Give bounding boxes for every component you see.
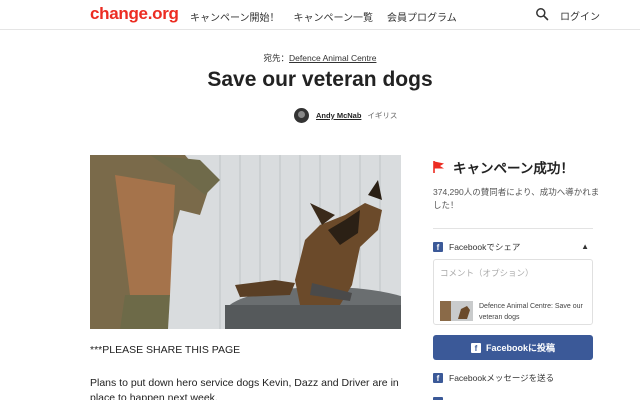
facebook-share-label: Facebookでシェア bbox=[449, 242, 521, 252]
change-org-logo[interactable]: change.org bbox=[90, 4, 179, 24]
nav-browse-campaigns[interactable]: キャンペーン一覧 bbox=[294, 9, 374, 24]
author-location: イギリス bbox=[367, 110, 398, 120]
signers-count-text: 374,290人の賛同者により、成功へ導かれました！ bbox=[433, 187, 600, 210]
target-link[interactable]: Defence Animal Centre bbox=[289, 53, 376, 63]
flag-icon bbox=[433, 161, 444, 173]
comment-input[interactable]: コメント（オプション） Defence Animal Centre: Save … bbox=[433, 259, 593, 325]
share-preview-thumbnail bbox=[440, 301, 473, 321]
login-link[interactable]: ログイン bbox=[560, 8, 600, 23]
nav-start-campaign[interactable]: キャンペーン開始！ bbox=[190, 9, 280, 24]
victory-heading: キャンペーン成功！ bbox=[453, 161, 574, 176]
chevron-up-icon[interactable]: ▲ bbox=[581, 242, 589, 251]
facebook-icon: f bbox=[433, 373, 443, 383]
divider bbox=[433, 228, 593, 229]
main-nav: キャンペーン開始！ キャンペーン一覧 会員プログラム bbox=[190, 9, 457, 24]
facebook-icon: f bbox=[433, 242, 443, 252]
target-prefix: 宛先： bbox=[263, 53, 290, 63]
avatar[interactable] bbox=[294, 107, 309, 123]
petition-target: 宛先：Defence Animal Centre bbox=[0, 52, 640, 64]
author-line: Andy McNab イギリス bbox=[294, 107, 397, 123]
facebook-post-button[interactable]: f Facebookに投稿 bbox=[433, 335, 593, 360]
body-paragraph-1: ***PLEASE SHARE THIS PAGE bbox=[90, 344, 241, 356]
petition-title: Save our veteran dogs bbox=[207, 68, 433, 91]
facebook-share-toggle[interactable]: f Facebookでシェア ▲ bbox=[433, 240, 593, 254]
search-icon[interactable] bbox=[535, 7, 549, 21]
comment-placeholder: コメント（オプション） bbox=[440, 268, 534, 278]
share-preview-text: Defence Animal Centre: Save our veteran … bbox=[479, 303, 583, 321]
petition-photo bbox=[90, 155, 401, 329]
author-name[interactable]: Andy McNab bbox=[316, 111, 361, 120]
top-bar: change.org キャンペーン開始！ キャンペーン一覧 会員プログラム ログ… bbox=[0, 0, 640, 30]
facebook-message-link[interactable]: f Facebookメッセージを送る bbox=[433, 371, 554, 385]
facebook-icon: f bbox=[470, 342, 481, 353]
facebook-post-label: Facebookに投稿 bbox=[485, 343, 555, 353]
body-paragraph-2: Plans to put down hero service dogs Kevi… bbox=[90, 377, 399, 400]
facebook-message-label: Facebookメッセージを送る bbox=[449, 373, 555, 383]
nav-membership[interactable]: 会員プログラム bbox=[387, 9, 457, 24]
next-share-row[interactable] bbox=[433, 394, 593, 400]
